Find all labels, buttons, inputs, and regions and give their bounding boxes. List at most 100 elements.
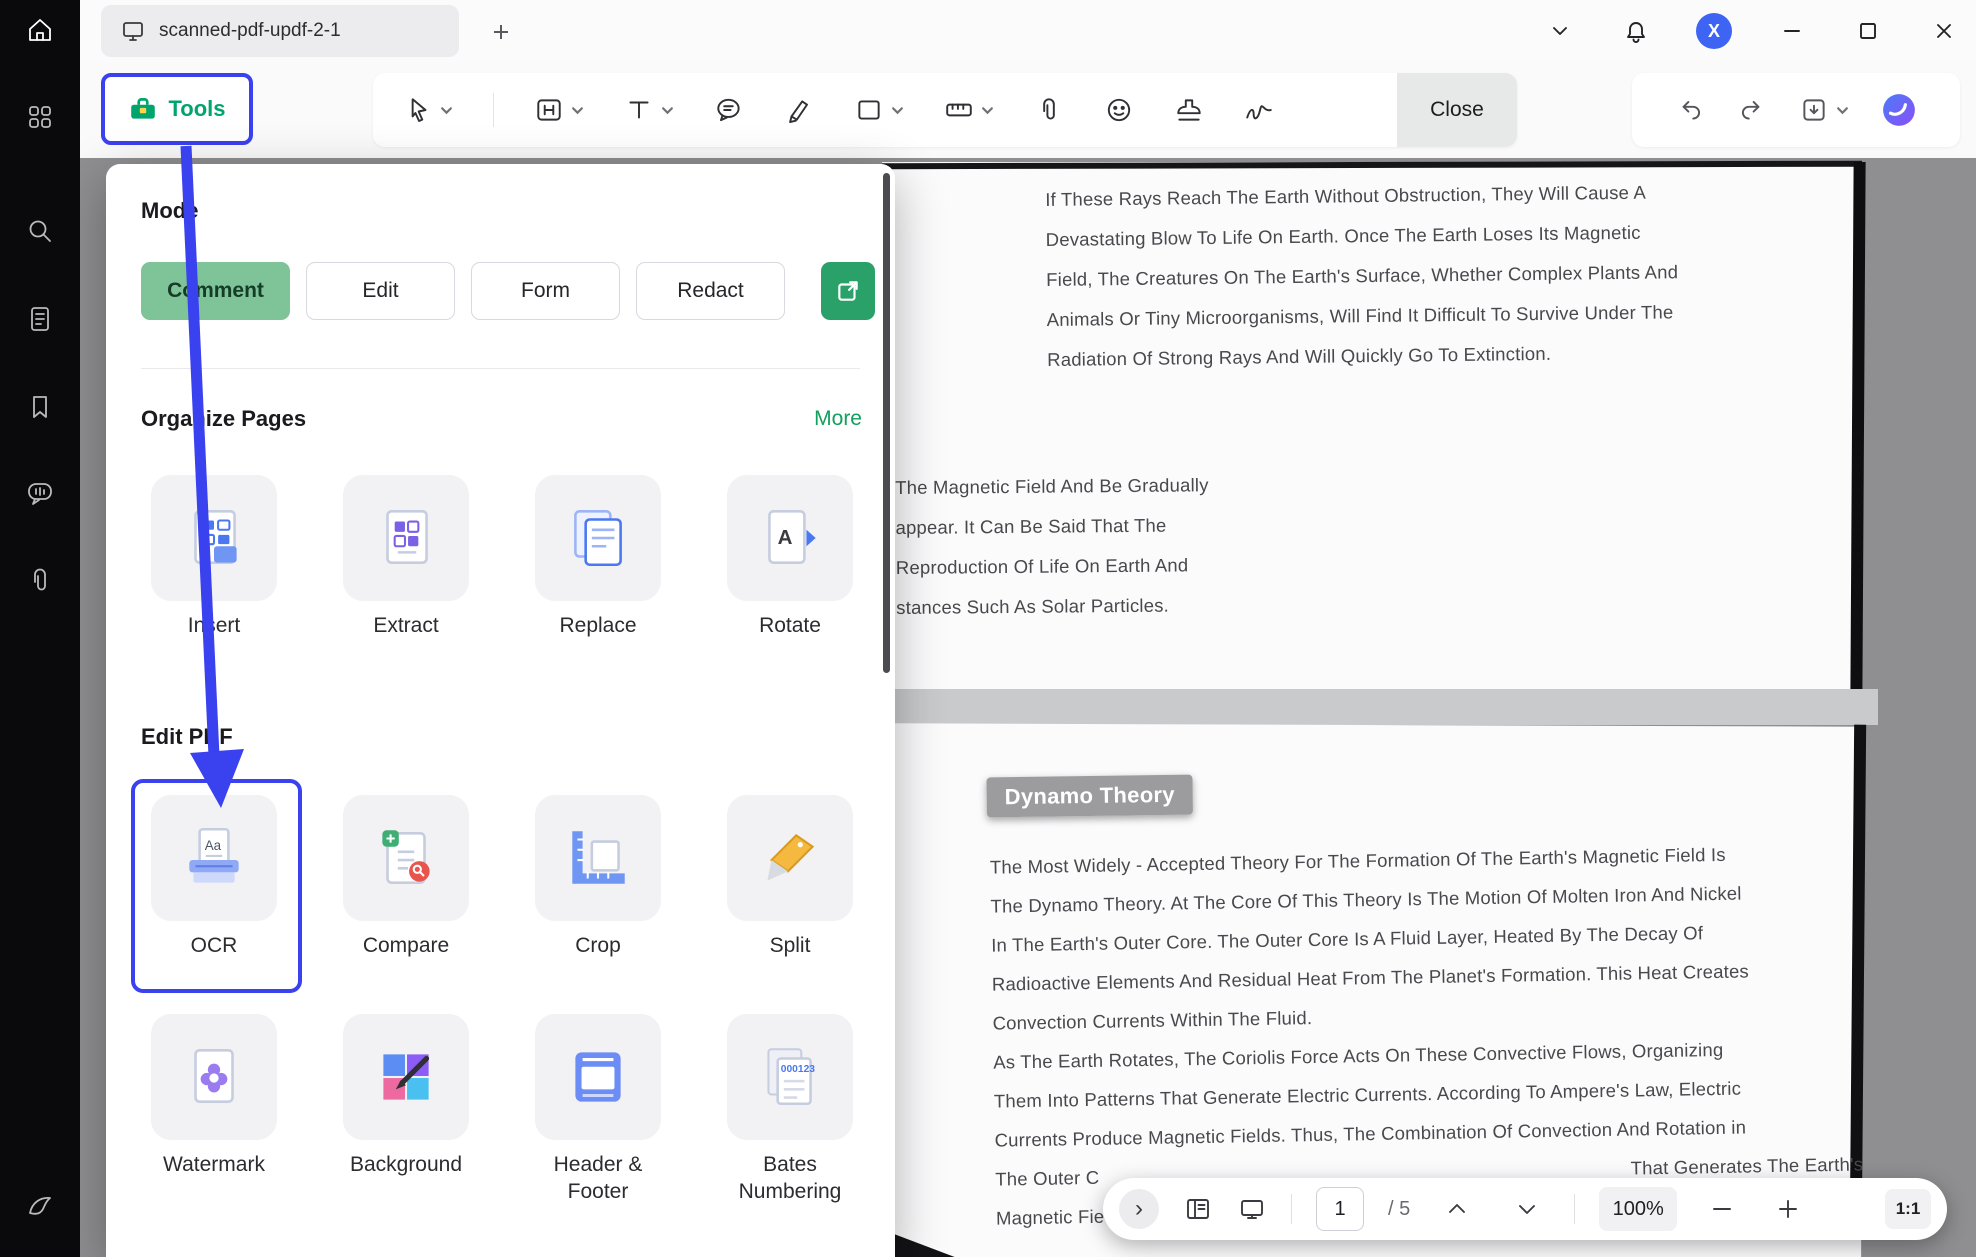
edit-tiles-row1: Aa OCR Compare (151, 795, 853, 959)
actual-size-button[interactable]: 1:1 (1885, 1189, 1931, 1229)
page2-paragraph: The Most Widely - Accepted Theory For Th… (990, 832, 1875, 1237)
thumbnail-panel-icon[interactable] (1183, 1194, 1213, 1224)
chevron-down-icon[interactable] (1544, 15, 1576, 47)
tool-compare[interactable]: Compare (343, 795, 469, 959)
mode-comment-button[interactable]: Comment (141, 262, 290, 320)
maximize-button[interactable] (1852, 15, 1884, 47)
next-page-chevron-down-icon[interactable] (1512, 1194, 1542, 1224)
cursor-icon (403, 95, 433, 125)
undo-icon (1675, 95, 1705, 125)
left-sidebar (0, 0, 80, 1257)
zoom-level-button[interactable]: 100% (1599, 1187, 1677, 1231)
updf-app: scanned-pdf-updf-2-1 X (0, 0, 1976, 1257)
ocr-icon: Aa (177, 821, 251, 895)
document-tab[interactable]: scanned-pdf-updf-2-1 (101, 5, 459, 57)
chevron-down-icon[interactable] (661, 104, 674, 117)
background-icon (369, 1040, 443, 1114)
pdf-page-1: If These Rays Reach The Earth Without Ob… (882, 162, 1862, 689)
sticker-tool[interactable] (1104, 95, 1134, 125)
highlight-tool[interactable] (534, 95, 584, 125)
tool-rotate[interactable]: A Rotate (727, 475, 853, 639)
split-icon (753, 821, 827, 895)
chevron-down-icon[interactable] (571, 104, 584, 117)
tool-watermark[interactable]: Watermark (151, 1014, 277, 1205)
zoom-in-plus-icon[interactable] (1773, 1194, 1803, 1224)
previous-page-chevron-up-icon[interactable] (1442, 1194, 1472, 1224)
tool-insert[interactable]: Insert (151, 475, 277, 639)
page-number-input[interactable] (1316, 1187, 1364, 1231)
paperclip-icon (1034, 95, 1064, 125)
tool-ocr[interactable]: Aa OCR (151, 795, 277, 959)
chevron-down-icon[interactable] (981, 104, 994, 117)
pdf-page-2: Dynamo Theory The Most Widely - Accepted… (881, 723, 1863, 1257)
attachment-icon[interactable] (24, 565, 56, 597)
tool-split[interactable]: Split (727, 795, 853, 959)
attach-tool[interactable] (1034, 95, 1064, 125)
measure-tool[interactable] (944, 95, 994, 125)
bookmark-icon[interactable] (24, 391, 56, 423)
speech-bubble-icon (714, 95, 744, 125)
svg-text:Aa: Aa (205, 838, 222, 853)
text-tool[interactable] (624, 95, 674, 125)
open-in-new-window-button[interactable] (821, 262, 875, 320)
tool-bates-numbering[interactable]: 000123 Bates Numbering (727, 1014, 853, 1205)
tool-background[interactable]: Background (343, 1014, 469, 1205)
user-avatar[interactable]: X (1696, 13, 1732, 49)
shape-tool[interactable] (854, 95, 904, 125)
mode-redact-button[interactable]: Redact (636, 262, 785, 320)
comments-icon[interactable] (24, 477, 56, 509)
compare-icon (369, 821, 443, 895)
comment-tool[interactable] (714, 95, 744, 125)
tool-header-footer[interactable]: Header & Footer (535, 1014, 661, 1205)
notifications-bell-icon[interactable] (1620, 15, 1652, 47)
close-toolbar-button[interactable]: Close (1397, 73, 1517, 147)
signature-icon (1244, 95, 1274, 125)
mode-edit-button[interactable]: Edit (306, 262, 455, 320)
mode-form-button[interactable]: Form (471, 262, 620, 320)
tool-crop[interactable]: Crop (535, 795, 661, 959)
tool-extract[interactable]: Extract (343, 475, 469, 639)
minimize-button[interactable] (1776, 15, 1808, 47)
home-icon[interactable] (24, 14, 56, 46)
close-window-button[interactable] (1928, 15, 1960, 47)
stamp-tool[interactable] (1174, 95, 1204, 125)
header-footer-icon (561, 1040, 635, 1114)
crop-icon (561, 821, 635, 895)
zoom-out-minus-icon[interactable] (1707, 1194, 1737, 1224)
pen-tool[interactable] (784, 95, 814, 125)
chevron-down-icon[interactable] (891, 104, 904, 117)
organize-section-title: Organize Pages (141, 406, 306, 432)
more-link[interactable]: More (814, 407, 862, 431)
replace-icon (561, 501, 635, 575)
updf-logo-icon[interactable] (24, 1191, 56, 1223)
pages-icon[interactable] (24, 303, 56, 335)
tools-button[interactable]: Tools (101, 73, 253, 145)
expand-statusbar-button[interactable]: › (1119, 1189, 1159, 1229)
select-tool[interactable] (403, 95, 453, 125)
edit-section-title: Edit PDF (141, 724, 233, 750)
panel-scrollbar[interactable] (883, 173, 890, 673)
divider (141, 368, 860, 369)
save-button[interactable] (1799, 95, 1849, 125)
chevron-down-icon[interactable] (1836, 104, 1849, 117)
ai-assistant-button[interactable] (1881, 92, 1917, 128)
presentation-icon[interactable] (1237, 1194, 1267, 1224)
apps-grid-icon[interactable] (24, 101, 56, 133)
undo-button[interactable] (1675, 95, 1705, 125)
organize-tiles: Insert Extract Replac (151, 475, 853, 639)
highlight-icon (534, 95, 564, 125)
mode-buttons: Comment Edit Form Redact (141, 262, 875, 320)
save-icon (1799, 95, 1829, 125)
ai-icon (1881, 92, 1917, 128)
signature-tool[interactable] (1244, 95, 1274, 125)
tab-title: scanned-pdf-updf-2-1 (159, 20, 341, 42)
history-save-group (1632, 73, 1960, 147)
chevron-down-icon[interactable] (440, 104, 453, 117)
annotation-toolbar: Close (373, 73, 1517, 147)
page-total: / 5 (1388, 1198, 1410, 1221)
search-icon[interactable] (24, 215, 56, 247)
toolbar: Tools (80, 62, 1976, 158)
tool-replace[interactable]: Replace (535, 475, 661, 639)
new-tab-button[interactable] (484, 15, 518, 49)
redo-button[interactable] (1737, 95, 1767, 125)
